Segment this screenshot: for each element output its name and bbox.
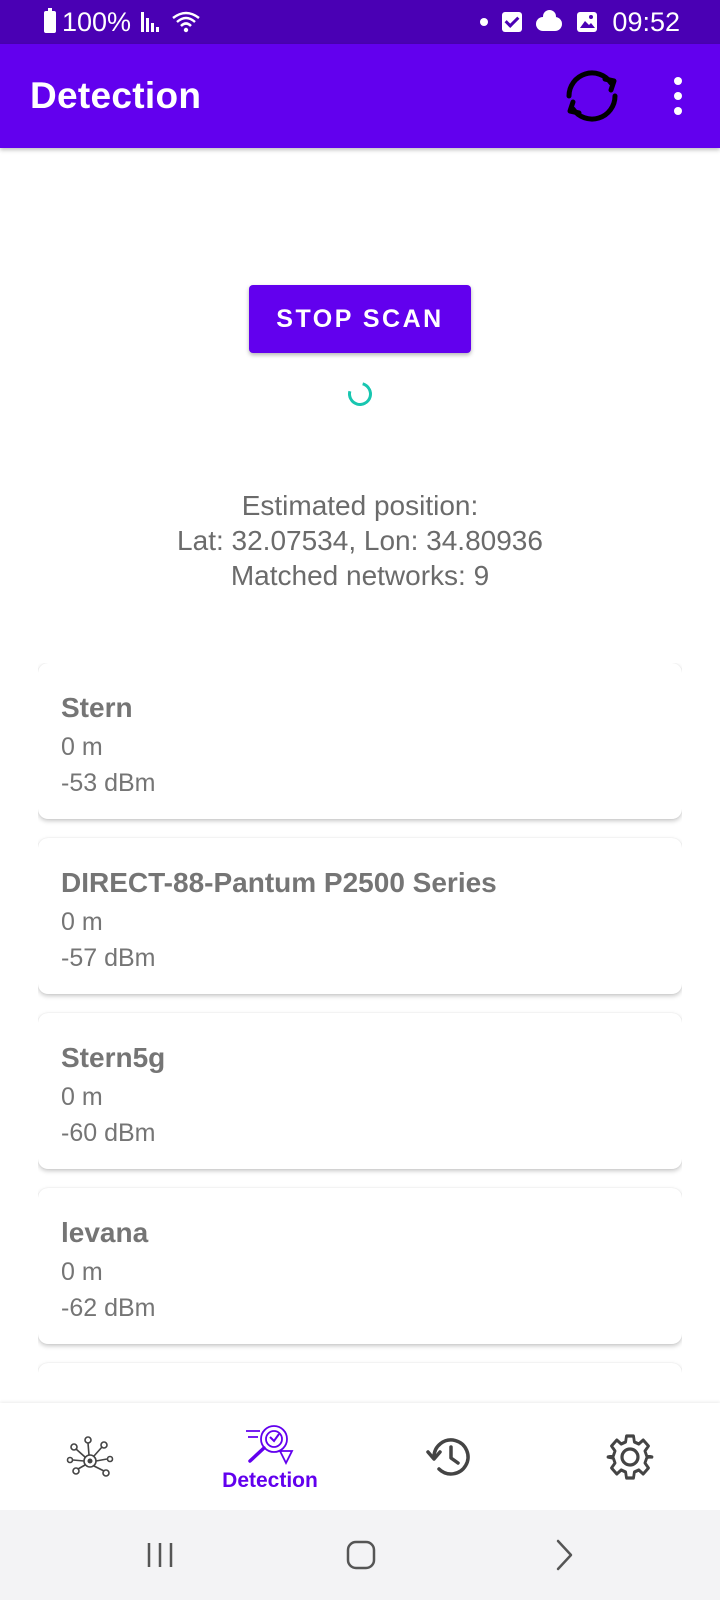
network-signal: -62 dBm xyxy=(61,1294,156,1322)
page-title: Detection xyxy=(30,75,202,116)
stop-scan-button[interactable]: STOP SCAN xyxy=(249,285,471,353)
network-list[interactable]: Stern 0 m -53 dBm DIRECT-88-Pantum P2500… xyxy=(38,663,682,1403)
nav-item-settings[interactable] xyxy=(540,1403,720,1510)
list-item[interactable] xyxy=(38,1363,682,1403)
gear-icon xyxy=(606,1433,654,1480)
list-item[interactable]: Stern5g 0 m -60 dBm xyxy=(38,1013,682,1169)
network-signal: -60 dBm xyxy=(61,1119,156,1147)
position-heading: Estimated position: xyxy=(241,490,479,521)
recent-apps-button[interactable] xyxy=(130,1530,190,1580)
recent-apps-icon xyxy=(147,1543,173,1567)
network-signal: -57 dBm xyxy=(61,944,156,972)
task-check-icon xyxy=(502,12,523,32)
history-icon xyxy=(426,1437,470,1476)
home-button[interactable] xyxy=(331,1530,391,1580)
list-item[interactable]: DIRECT-88-Pantum P2500 Series 0 m -57 dB… xyxy=(38,838,682,994)
system-navigation-bar xyxy=(0,1510,720,1600)
more-vert-icon xyxy=(674,77,682,85)
loading-spinner-icon xyxy=(343,377,377,411)
wifi-icon xyxy=(172,11,200,33)
cloud-icon xyxy=(536,10,563,31)
matched-networks: Matched networks: 9 xyxy=(230,560,490,591)
network-name: Stern xyxy=(61,692,133,723)
nav-label-detection: Detection xyxy=(222,1468,318,1492)
network-distance: 0 m xyxy=(61,733,103,761)
chevron-right-icon xyxy=(556,1539,573,1571)
home-icon xyxy=(346,1540,376,1570)
network-name: levana xyxy=(61,1217,149,1248)
nav-item-networks[interactable] xyxy=(0,1403,180,1510)
bottom-navigation: Detection xyxy=(0,1403,720,1510)
nav-item-detection[interactable]: Detection xyxy=(180,1403,360,1510)
nav-item-history[interactable] xyxy=(360,1403,540,1510)
back-button[interactable] xyxy=(534,1530,594,1580)
more-options-button[interactable] xyxy=(660,66,696,126)
network-graph-icon xyxy=(66,1435,114,1477)
refresh-button[interactable] xyxy=(556,60,628,132)
gallery-icon xyxy=(577,12,598,32)
status-bar: 100% 09:52 xyxy=(0,0,720,44)
list-item[interactable]: levana 0 m -62 dBm xyxy=(38,1188,682,1344)
network-distance: 0 m xyxy=(61,908,103,936)
detection-radar-icon xyxy=(246,1424,294,1465)
estimated-position: Estimated position: Lat: 32.07534, Lon: … xyxy=(0,488,720,593)
battery-icon xyxy=(44,8,56,33)
battery-percent: 100% xyxy=(62,6,132,37)
app-bar: Detection xyxy=(0,44,720,148)
refresh-icon xyxy=(566,70,618,122)
network-name: Stern5g xyxy=(61,1042,166,1073)
network-distance: 0 m xyxy=(61,1258,103,1286)
cell-signal-icon xyxy=(141,12,160,32)
list-item[interactable]: Stern 0 m -53 dBm xyxy=(38,663,682,819)
notification-dot-icon xyxy=(480,18,489,26)
network-signal: -53 dBm xyxy=(61,769,156,797)
position-coords: Lat: 32.07534, Lon: 34.80936 xyxy=(177,525,543,556)
network-name: DIRECT-88-Pantum P2500 Series xyxy=(61,867,497,898)
network-distance: 0 m xyxy=(61,1083,103,1111)
clock: 09:52 xyxy=(612,6,680,37)
